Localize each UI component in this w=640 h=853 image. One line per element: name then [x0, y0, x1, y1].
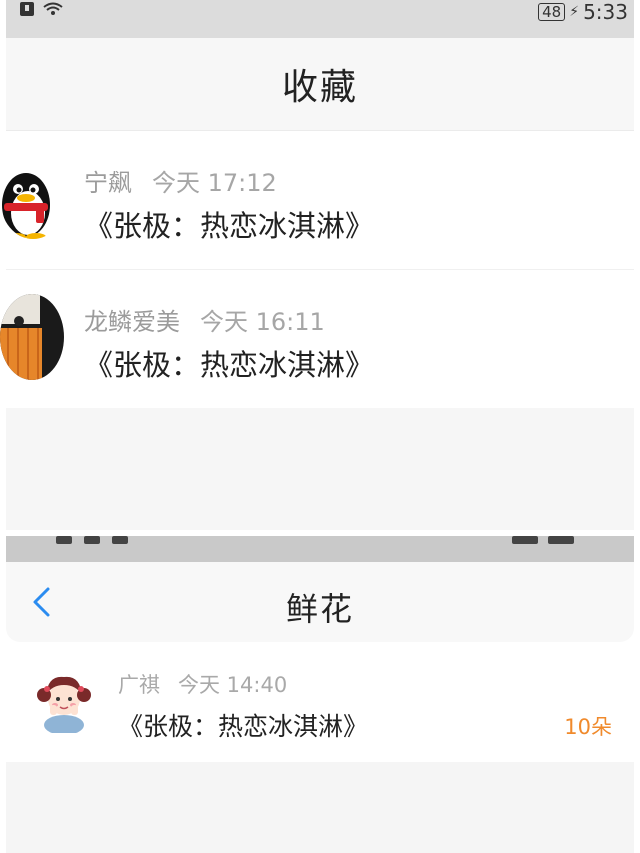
empty-area — [6, 408, 634, 530]
avatar[interactable] — [0, 159, 66, 239]
charging-bolt-icon: ⚡ — [569, 4, 580, 20]
empty-area — [6, 762, 634, 853]
item-time: 今天 14:40 — [178, 673, 288, 697]
page-header: 收藏 — [6, 38, 634, 131]
sender-name: 宁飙 — [84, 169, 132, 197]
item-time: 今天 17:12 — [152, 169, 277, 197]
item-time: 今天 16:11 — [200, 308, 325, 336]
battery-indicator: 48 — [538, 3, 566, 21]
status-icons-right: 48 ⚡ 5:33 — [538, 0, 628, 24]
status-icons-left — [56, 536, 128, 544]
sender-name: 龙鳞爱美 — [84, 308, 180, 336]
item-title: 《张极：热恋冰淇淋》 — [118, 712, 369, 741]
sender-name: 广祺 — [118, 673, 160, 697]
status-bar: 48 ⚡ 5:33 — [6, 0, 634, 38]
page-title: 收藏 — [281, 67, 358, 108]
item-meta: 广祺 今天 14:40 — [118, 669, 287, 699]
cartoon-girl-icon — [37, 676, 91, 735]
status-icons-left — [20, 2, 64, 16]
list-item[interactable]: 宁飙 今天 17:12 《张极：热恋冰淇淋》 — [0, 131, 634, 269]
flower-count: 10朵 — [564, 715, 612, 739]
favorites-list: 宁飙 今天 17:12 《张极：热恋冰淇淋》 龙鳞爱美 今天 16:11 《张极… — [0, 131, 634, 408]
item-meta: 宁飙 今天 17:12 — [84, 163, 277, 198]
status-icons-right — [512, 536, 574, 544]
sim-card-icon — [20, 2, 34, 16]
item-title: 《张极：热恋冰淇淋》 — [84, 209, 375, 243]
item-meta: 龙鳞爱美 今天 16:11 — [84, 302, 325, 337]
status-time: 5:33 — [583, 0, 628, 24]
avatar[interactable] — [36, 669, 92, 735]
list-item[interactable]: 广祺 今天 14:40 《张极：热恋冰淇淋》 10朵 — [6, 655, 634, 755]
item-title: 《张极：热恋冰淇淋》 — [84, 348, 375, 382]
list-item[interactable]: 龙鳞爱美 今天 16:11 《张极：热恋冰淇淋》 — [0, 269, 634, 408]
page-header: 鲜花 — [6, 562, 634, 642]
status-bar — [6, 536, 634, 562]
wifi-icon — [43, 2, 63, 15]
profile-photo — [0, 294, 64, 380]
page-title: 鲜花 — [285, 590, 354, 628]
qq-penguin-icon — [0, 159, 66, 239]
avatar[interactable] — [0, 294, 64, 380]
